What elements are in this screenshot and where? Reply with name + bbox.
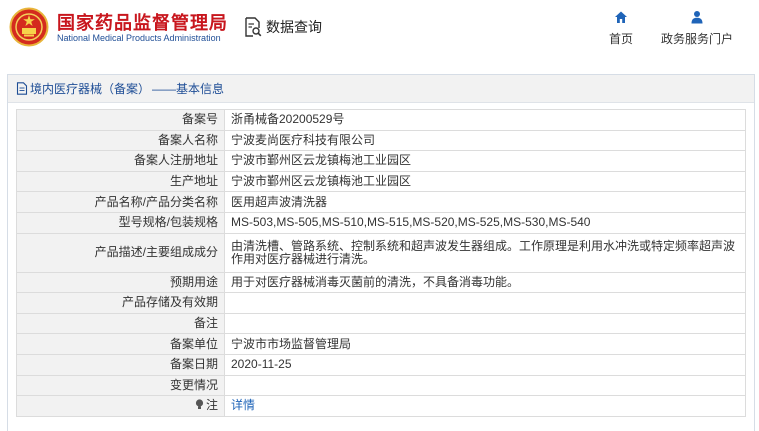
row-label: 生产地址 (16, 170, 225, 193)
record-panel: 境内医疗器械（备案） —— 基本信息 备案号 浙甬械备20200529号 备案人… (7, 74, 755, 431)
row-label: 产品描述/主要组成成分 (16, 232, 225, 273)
row-label: 备案人名称 (16, 129, 225, 152)
nav-home-label: 首页 (608, 32, 633, 46)
table-row: 生产地址 宁波市鄞州区云龙镇梅池工业园区 (16, 170, 746, 193)
home-icon (615, 11, 627, 23)
row-label: 型号规格/包装规格 (16, 211, 225, 234)
data-query-link[interactable]: 数据查询 (244, 16, 322, 38)
table-row: 预期用途 用于对医疗器械消毒灭菌前的清洗，不具备消毒功能。 (16, 271, 746, 294)
breadcrumb-current: 基本信息 (176, 82, 225, 96)
nav-home[interactable]: 首页 (604, 10, 638, 50)
table-row: 型号规格/包装规格 MS-503,MS-505,MS-510,MS-515,MS… (16, 211, 746, 234)
note-label: 注 (205, 398, 218, 413)
nav-gov-label: 政务服务门户 (660, 32, 733, 46)
row-value: 宁波麦尚医疗科技有限公司 (224, 129, 746, 152)
row-value: 由清洗槽、管路系统、控制系统和超声波发生器组成。工作原理是利用水冲洗或特定频率超… (224, 232, 746, 273)
table-row: 产品名称/产品分类名称 医用超声波清洗器 (16, 191, 746, 213)
breadcrumb: 境内医疗器械（备案） —— 基本信息 (8, 75, 754, 103)
national-emblem-logo (9, 7, 49, 47)
table-row: 备案日期 2020-11-25 (16, 353, 746, 376)
breadcrumb-separator: —— (152, 81, 177, 96)
lightbulb-icon (195, 399, 204, 410)
table-row: 备案单位 宁波市市场监督管理局 (16, 333, 746, 355)
row-value: 详情 (224, 395, 746, 417)
row-label: 备注 (16, 312, 225, 335)
row-label: 变更情况 (16, 374, 225, 397)
table-row: 产品存储及有效期 (16, 292, 746, 314)
row-value: 医用超声波清洗器 (224, 191, 746, 213)
document-icon (16, 82, 28, 95)
table-row: 备案人注册地址 宁波市鄞州区云龙镇梅池工业园区 (16, 150, 746, 172)
document-search-icon (245, 17, 262, 37)
table-row: 注 详情 (16, 395, 746, 417)
row-label: 备案号 (16, 109, 225, 131)
details-link[interactable]: 详情 (231, 398, 255, 412)
nav-gov-portal[interactable]: 政务服务门户 (657, 10, 737, 50)
brand-name-en: National Medical Products Administration (57, 33, 221, 43)
user-icon (691, 11, 703, 24)
row-label: 预期用途 (16, 271, 225, 294)
row-value (224, 374, 746, 397)
table-row: 变更情况 (16, 374, 746, 397)
table-row: 备注 (16, 312, 746, 335)
table-row: 备案号 浙甬械备20200529号 (16, 109, 746, 131)
row-value: 浙甬械备20200529号 (224, 109, 746, 131)
table-row: 产品描述/主要组成成分 由清洗槽、管路系统、控制系统和超声波发生器组成。工作原理… (16, 232, 746, 273)
site-header: 国家药品监督管理局 National Medical Products Admi… (0, 0, 759, 58)
data-query-label: 数据查询 (266, 19, 322, 35)
row-value: 用于对医疗器械消毒灭菌前的清洗，不具备消毒功能。 (224, 271, 746, 294)
record-table: 备案号 浙甬械备20200529号 备案人名称 宁波麦尚医疗科技有限公司 备案人… (16, 109, 746, 417)
row-value (224, 292, 746, 314)
row-label: 产品存储及有效期 (16, 292, 225, 314)
note-label-cell: 注 (16, 395, 225, 417)
row-value (224, 312, 746, 335)
row-label: 备案日期 (16, 353, 225, 376)
row-label: 备案单位 (16, 333, 225, 355)
row-label: 产品名称/产品分类名称 (16, 191, 225, 213)
row-value: 宁波市鄞州区云龙镇梅池工业园区 (224, 150, 746, 172)
row-value: 2020-11-25 (224, 353, 746, 376)
breadcrumb-section[interactable]: 境内医疗器械（备案） (30, 80, 150, 97)
row-value: 宁波市市场监督管理局 (224, 333, 746, 355)
row-value: 宁波市鄞州区云龙镇梅池工业园区 (224, 170, 746, 193)
row-value: MS-503,MS-505,MS-510,MS-515,MS-520,MS-52… (224, 211, 746, 234)
table-row: 备案人名称 宁波麦尚医疗科技有限公司 (16, 129, 746, 152)
brand-name-cn: 国家药品监督管理局 (57, 13, 228, 33)
row-label: 备案人注册地址 (16, 150, 225, 172)
